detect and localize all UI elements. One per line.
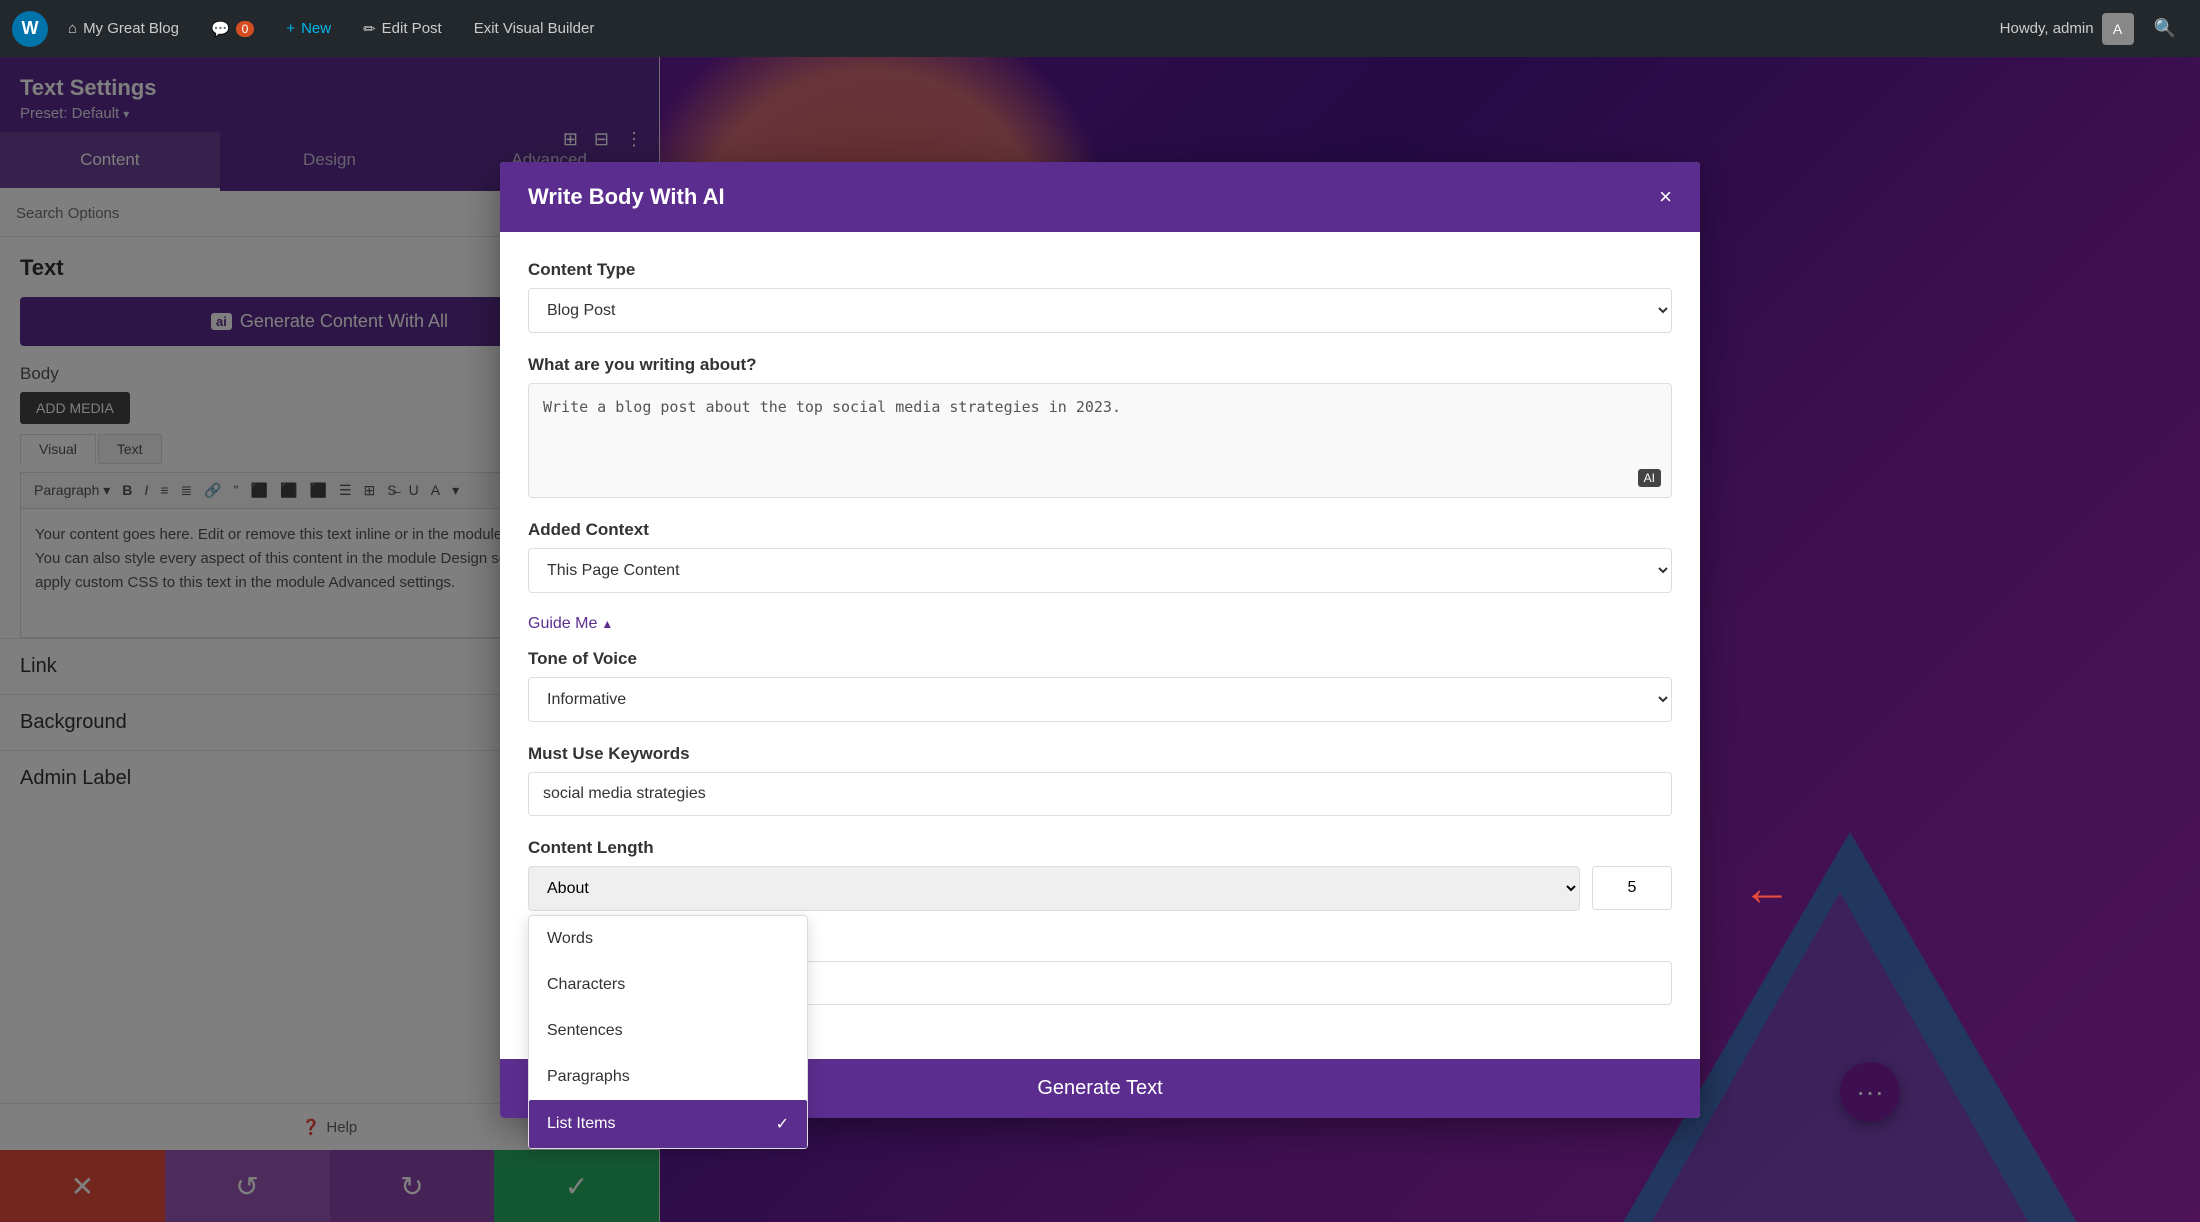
keywords-group: Must Use Keywords	[528, 744, 1672, 816]
dropdown-item-list-items[interactable]: List Items ✓	[529, 1100, 807, 1148]
added-context-label: Added Context	[528, 520, 1672, 540]
content-length-type-select[interactable]: About	[528, 866, 1580, 911]
modal-header: Write Body With AI ×	[500, 162, 1700, 232]
wp-admin-bar: W ⌂ My Great Blog 💬 0 + New ✏ Edit Post …	[0, 0, 2200, 57]
blog-home-icon: ⌂	[68, 20, 77, 37]
content-length-number-input[interactable]	[1592, 866, 1672, 910]
content-length-group: Content Length About Words Characters	[528, 838, 1672, 911]
search-icon[interactable]: 🔍	[2142, 18, 2188, 39]
plus-icon: +	[286, 20, 295, 37]
dropdown-item-sentences[interactable]: Sentences	[529, 1008, 807, 1054]
textarea-wrapper: Write a blog post about the top social m…	[528, 383, 1672, 498]
modal-overlay: Write Body With AI × Content Type Blog P…	[0, 57, 2200, 1222]
modal-body: Content Type Blog Post What are you writ…	[500, 232, 1700, 1055]
red-arrow-indicator: ←	[1742, 859, 1792, 917]
check-icon: ✓	[776, 1114, 789, 1134]
pencil-icon: ✏	[363, 20, 376, 38]
modal-close-button[interactable]: ×	[1659, 184, 1672, 210]
content-type-label: Content Type	[528, 260, 1672, 280]
guide-me-link[interactable]: Guide Me ▲	[528, 615, 1672, 633]
content-type-group: Content Type Blog Post	[528, 260, 1672, 333]
tone-of-voice-select[interactable]: Informative	[528, 677, 1672, 722]
content-length-dropdown: Words Characters Sentences Paragraphs Li	[528, 915, 808, 1149]
what-writing-textarea[interactable]: Write a blog post about the top social m…	[529, 384, 1671, 494]
dropdown-item-words[interactable]: Words	[529, 916, 807, 962]
wp-logo-icon[interactable]: W	[12, 11, 48, 47]
tone-of-voice-label: Tone of Voice	[528, 649, 1672, 669]
comment-icon: 💬	[211, 20, 230, 38]
ai-corner-icon: AI	[1638, 469, 1661, 487]
tone-of-voice-group: Tone of Voice Informative	[528, 649, 1672, 722]
edit-post-bar-item[interactable]: ✏ Edit Post	[351, 12, 454, 46]
comments-bar-item[interactable]: 💬 0	[199, 12, 266, 46]
added-context-select[interactable]: This Page Content	[528, 548, 1672, 593]
keywords-input[interactable]	[528, 772, 1672, 816]
dropdown-item-characters[interactable]: Characters	[529, 962, 807, 1008]
guide-me-arrow-icon: ▲	[601, 617, 613, 631]
dropdown-item-paragraphs[interactable]: Paragraphs	[529, 1054, 807, 1100]
keywords-label: Must Use Keywords	[528, 744, 1672, 764]
what-writing-group: What are you writing about? Write a blog…	[528, 355, 1672, 498]
blog-name-bar-item[interactable]: ⌂ My Great Blog	[56, 12, 191, 45]
content-length-label: Content Length	[528, 838, 1672, 858]
content-length-row: About Words Characters Sentences	[528, 866, 1672, 911]
howdy-label: Howdy, admin A	[2000, 13, 2134, 45]
added-context-group: Added Context This Page Content	[528, 520, 1672, 593]
avatar: A	[2102, 13, 2134, 45]
new-bar-item[interactable]: + New	[274, 12, 343, 45]
content-type-select[interactable]: Blog Post	[528, 288, 1672, 333]
modal-title: Write Body With AI	[528, 184, 725, 210]
write-body-modal: Write Body With AI × Content Type Blog P…	[500, 162, 1700, 1118]
exit-builder-bar-item[interactable]: Exit Visual Builder	[462, 12, 607, 45]
what-writing-label: What are you writing about?	[528, 355, 1672, 375]
